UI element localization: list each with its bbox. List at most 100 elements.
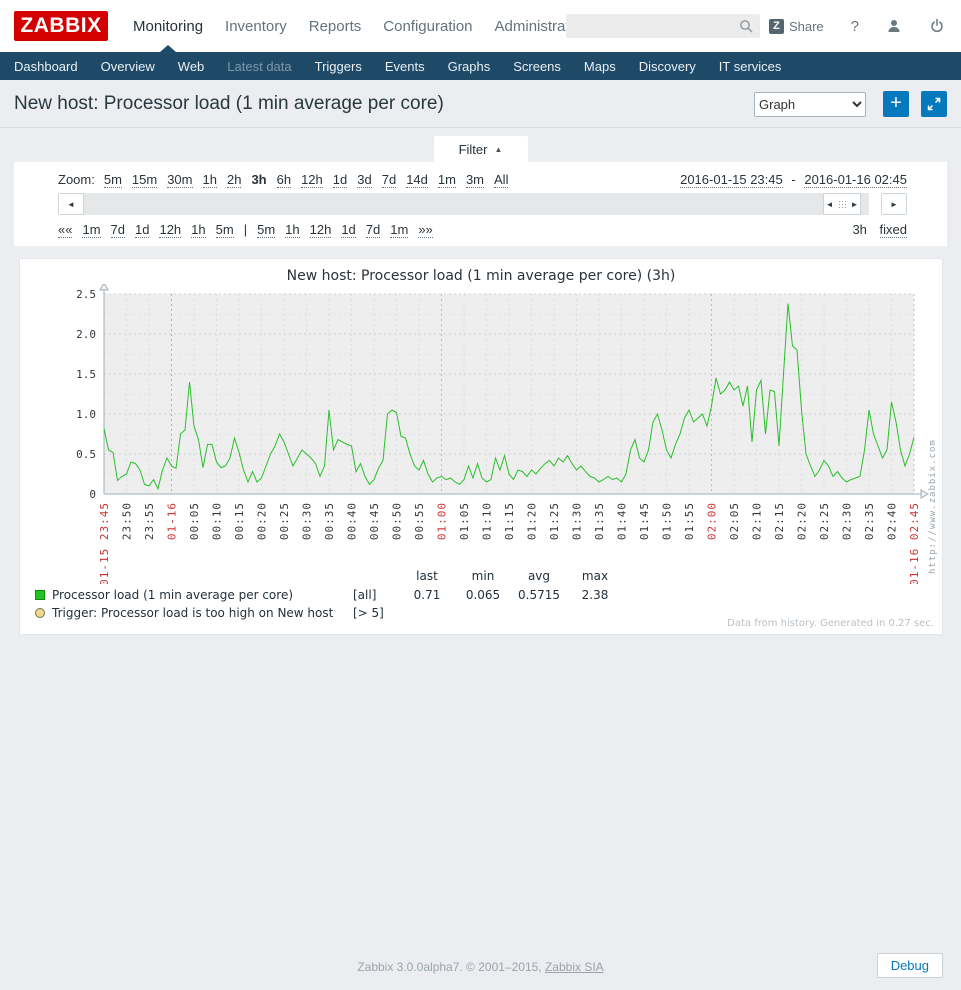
- time-nav-link-12h[interactable]: 12h: [159, 222, 181, 238]
- help-icon[interactable]: ?: [851, 18, 859, 35]
- zoom-link-14d[interactable]: 14d: [406, 172, 428, 188]
- x-tick-label: 00:35: [323, 502, 336, 540]
- nav-item-inventory[interactable]: Inventory: [225, 18, 287, 35]
- y-tick-label: 1.0: [76, 408, 96, 421]
- zoom-row: Zoom: 5m15m30m1h2h3h6h12h1d3d7d14d1m3mAl…: [58, 172, 907, 187]
- graph-widget: New host: Processor load (1 min average …: [19, 258, 943, 635]
- legend-item-scope: [all]: [353, 586, 399, 604]
- subnav-item-it-services[interactable]: IT services: [719, 59, 782, 74]
- x-tick-label: 01:55: [683, 502, 696, 540]
- x-tick-label: 00:15: [233, 502, 246, 540]
- subnav-item-events[interactable]: Events: [385, 59, 425, 74]
- zabbix-sia-link[interactable]: Zabbix SIA: [545, 960, 604, 974]
- subnav-item-maps[interactable]: Maps: [584, 59, 616, 74]
- scrollbar-track[interactable]: ◄ ►: [84, 193, 869, 215]
- x-axis-arrow-icon: [921, 490, 928, 498]
- graph-canvas[interactable]: 00.51.01.52.02.501-15 23:4523:5023:5501-…: [20, 284, 942, 584]
- date-to-link[interactable]: 2016-01-16 02:45: [804, 172, 907, 188]
- zoom-link-30m[interactable]: 30m: [167, 172, 192, 188]
- legend-item-label: Processor load (1 min average per core): [35, 586, 353, 604]
- subnav-item-screens[interactable]: Screens: [513, 59, 561, 74]
- zoom-link-1d[interactable]: 1d: [333, 172, 347, 188]
- x-tick-label: 01-16 02:45: [908, 502, 921, 584]
- filter-tab[interactable]: Filter ▲: [434, 136, 528, 162]
- legend-row: Trigger: Processor load is too high on N…: [35, 604, 623, 622]
- zoom-link-12h[interactable]: 12h: [301, 172, 323, 188]
- legend-col-avg: avg: [511, 569, 567, 586]
- search-box: [566, 14, 760, 38]
- date-from-link[interactable]: 2016-01-15 23:45: [680, 172, 783, 188]
- zoom-link-15m[interactable]: 15m: [132, 172, 157, 188]
- y-tick-label: 1.5: [76, 368, 96, 381]
- nav-item-configuration[interactable]: Configuration: [383, 18, 472, 35]
- legend-item-value: 0.065: [455, 586, 511, 604]
- plus-icon: +: [890, 93, 902, 113]
- share-link[interactable]: Z Share: [769, 19, 824, 34]
- time-nav-link-1m[interactable]: 1m: [390, 222, 408, 238]
- zoom-link-3m[interactable]: 3m: [466, 172, 484, 188]
- time-nav-link-7d[interactable]: 7d: [111, 222, 125, 238]
- zoom-link-3d[interactable]: 3d: [357, 172, 371, 188]
- time-nav-link-12h[interactable]: 12h: [310, 222, 332, 238]
- share-label: Share: [789, 19, 824, 34]
- x-tick-label: 01:00: [436, 502, 449, 540]
- legend-item-label: Trigger: Processor load is too high on N…: [35, 604, 353, 622]
- x-tick-label: 01:15: [503, 502, 516, 540]
- trigger-swatch-icon: [35, 608, 45, 618]
- subnav-item-latest-data[interactable]: Latest data: [227, 59, 291, 74]
- time-nav-link-1h[interactable]: 1h: [191, 222, 205, 238]
- fixed-toggle-link[interactable]: fixed: [880, 222, 907, 238]
- debug-button[interactable]: Debug: [877, 953, 943, 978]
- x-tick-label: 00:20: [256, 502, 269, 540]
- graph-title: New host: Processor load (1 min average …: [20, 259, 942, 284]
- time-nav-link-1m[interactable]: 1m: [82, 222, 100, 238]
- time-nav-link-5m[interactable]: 5m: [216, 222, 234, 238]
- user-profile-icon[interactable]: [886, 18, 902, 34]
- zabbix-logo[interactable]: ZABBIX: [14, 11, 108, 41]
- time-nav-link-1h[interactable]: 1h: [285, 222, 299, 238]
- view-select[interactable]: Graph: [754, 92, 866, 117]
- time-nav-link-5m[interactable]: 5m: [257, 222, 275, 238]
- subnav-item-dashboard[interactable]: Dashboard: [14, 59, 78, 74]
- subnav-item-discovery[interactable]: Discovery: [639, 59, 696, 74]
- x-tick-label: 00:25: [278, 502, 291, 540]
- time-nav-link-1d[interactable]: 1d: [341, 222, 355, 238]
- scroll-right-button[interactable]: ►: [881, 193, 907, 215]
- fullscreen-button[interactable]: [921, 91, 947, 117]
- nav-item-monitoring[interactable]: Monitoring: [133, 18, 203, 35]
- subnav-item-web[interactable]: Web: [178, 59, 205, 74]
- top-bar: ZABBIX Monitoring Inventory Reports Configu…: [0, 0, 961, 52]
- x-tick-label: 01:30: [571, 502, 584, 540]
- scroll-left-button[interactable]: ◄: [58, 193, 84, 215]
- zoom-link-6h[interactable]: 6h: [277, 172, 291, 188]
- subnav-item-overview[interactable]: Overview: [101, 59, 155, 74]
- legend-header-row: last min avg max: [35, 569, 623, 586]
- filter-panel: Zoom: 5m15m30m1h2h3h6h12h1d3d7d14d1m3mAl…: [14, 162, 947, 246]
- search-icon[interactable]: [738, 18, 754, 34]
- nav-item-reports[interactable]: Reports: [309, 18, 362, 35]
- zoom-link-all[interactable]: All: [494, 172, 508, 188]
- period-label: 3h: [852, 222, 866, 237]
- add-graph-button[interactable]: +: [883, 91, 909, 117]
- zoom-link-1h[interactable]: 1h: [203, 172, 217, 188]
- legend-item-scope: [> 5]: [353, 604, 399, 622]
- subnav-item-graphs[interactable]: Graphs: [448, 59, 491, 74]
- series-swatch-icon: [35, 590, 45, 600]
- y-tick-label: 0: [89, 488, 96, 501]
- search-input[interactable]: [566, 14, 760, 38]
- title-controls: Graph +: [754, 91, 947, 117]
- subnav-item-triggers[interactable]: Triggers: [315, 59, 362, 74]
- sub-nav: Dashboard Overview Web Latest data Triggers E…: [0, 52, 961, 80]
- logout-power-icon[interactable]: [929, 18, 945, 34]
- time-nav-link-step-forward[interactable]: »»: [418, 222, 432, 238]
- scrollbar-handle[interactable]: ◄ ►: [823, 193, 861, 215]
- fullscreen-icon: [927, 97, 941, 111]
- time-nav-link-1d[interactable]: 1d: [135, 222, 149, 238]
- time-nav-link-step-back[interactable]: ««: [58, 222, 72, 238]
- zoom-link-1m[interactable]: 1m: [438, 172, 456, 188]
- zoom-link-2h[interactable]: 2h: [227, 172, 241, 188]
- zoom-link-5m[interactable]: 5m: [104, 172, 122, 188]
- x-tick-label: 00:30: [301, 502, 314, 540]
- time-nav-link-7d[interactable]: 7d: [366, 222, 380, 238]
- zoom-link-7d[interactable]: 7d: [382, 172, 396, 188]
